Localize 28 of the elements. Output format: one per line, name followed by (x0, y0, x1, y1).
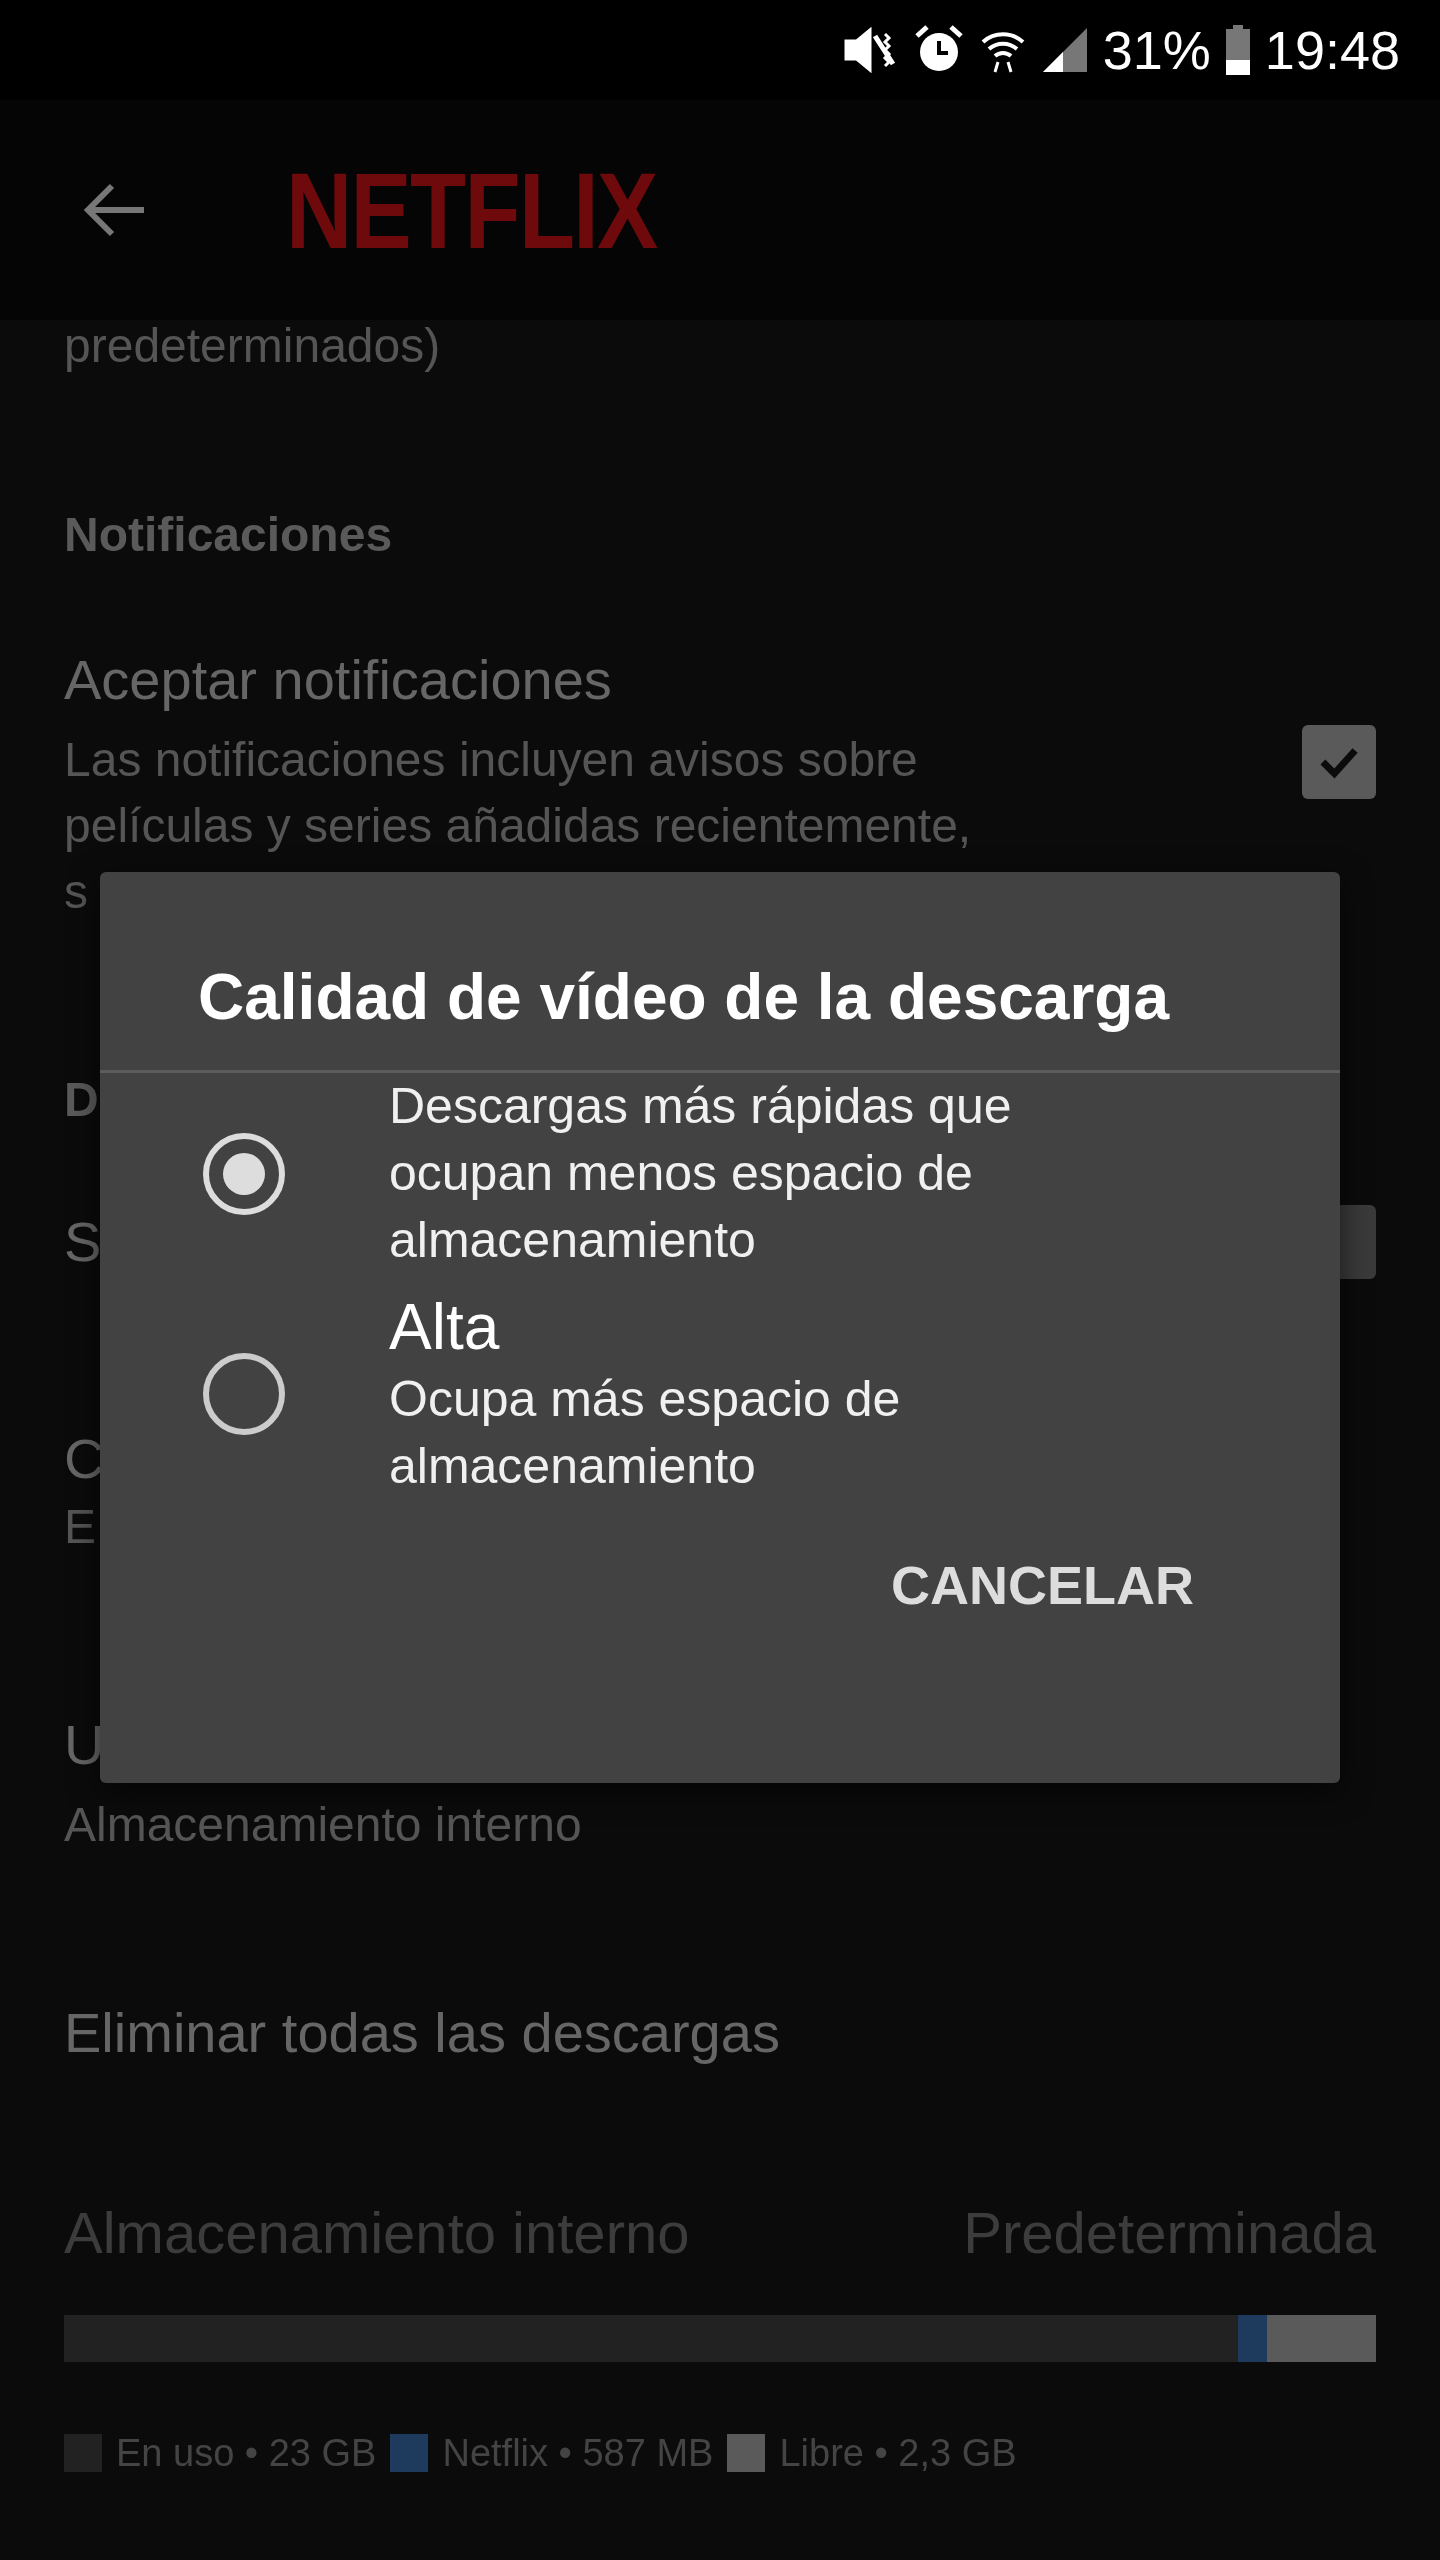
section-heading: Notificaciones (64, 507, 394, 563)
setting-title: U (64, 1712, 105, 1778)
legend-label: Libre • 2,3 GB (779, 2431, 1017, 2476)
setting-title: S (64, 1209, 102, 1275)
battery-percent: 31% (1102, 19, 1211, 81)
legend-label: Netflix • 587 MB (442, 2431, 714, 2476)
setting-description: E (64, 1499, 97, 1555)
setting-description: predeterminados) (64, 320, 442, 372)
setting-title: C (64, 1426, 105, 1492)
option-description: Descargas más rápidas que ocupan menos espacio de almacenamiento (389, 1077, 1013, 1270)
setting-description: Las notificaciones incluyen avisos sobre (64, 732, 919, 788)
back-arrow-icon[interactable] (82, 182, 146, 238)
radio-button[interactable] (203, 1353, 285, 1435)
setting-title: Aceptar notificaciones (64, 647, 613, 713)
netflix-logo: NETFLIX (286, 148, 657, 273)
dialog-title: Calidad de vídeo de la descarga (197, 960, 1171, 1034)
option-title: Alta (389, 1290, 501, 1365)
section-heading: D (64, 1072, 99, 1128)
checkbox[interactable] (1302, 725, 1376, 799)
radio-button[interactable] (203, 1132, 285, 1215)
clock-time: 19:48 (1264, 19, 1400, 81)
cancel-button[interactable]: CANCELAR (875, 1540, 1210, 1630)
battery-icon (1224, 25, 1251, 75)
setting-description: Almacenamiento interno (64, 1797, 583, 1853)
option-description: Ocupa más espacio de almacenamiento (389, 1370, 902, 1496)
setting-description: películas y series añadidas recientemente, (64, 798, 972, 854)
legend-label: En uso • 23 GB (116, 2431, 377, 2476)
setting-description: s (64, 864, 89, 920)
